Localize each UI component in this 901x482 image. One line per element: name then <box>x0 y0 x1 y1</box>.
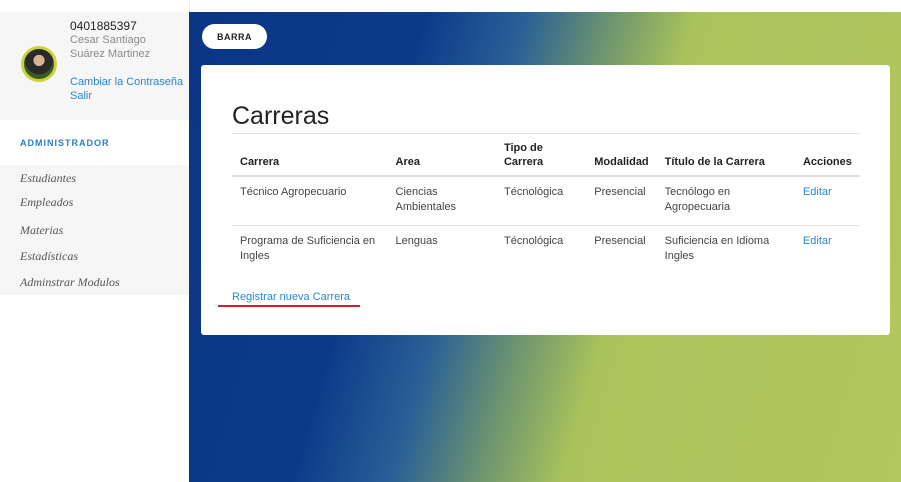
column-header-titulo: Título de la Carrera <box>656 141 795 177</box>
cell-modalidad: Presencial <box>586 176 657 226</box>
sidebar-menu: Estudiantes Empleados Materias Estadísti… <box>0 165 189 295</box>
column-header-carrera: Carrera <box>232 141 388 177</box>
change-password-link[interactable]: Cambiar la Contraseña <box>70 76 183 88</box>
cell-titulo: Tecnólogo en Agropecuaria <box>656 176 795 226</box>
column-header-acciones: Acciones <box>794 141 860 177</box>
careers-table: Carrera Area Tipo de Carrera Modalidad T… <box>232 141 860 274</box>
column-header-tipo: Tipo de Carrera <box>495 141 587 177</box>
cell-titulo: Suficiencia en Idioma Ingles <box>664 234 770 262</box>
table-row: Técnico Agropecuario Ciencias Ambientale… <box>232 176 860 226</box>
page-title: Carreras <box>232 102 330 130</box>
avatar <box>21 46 57 82</box>
cell-tipo: Técnológica <box>503 234 564 247</box>
user-id: 0401885397 <box>70 19 137 33</box>
table-header-row: Carrera Area Tipo de Carrera Modalidad T… <box>232 141 860 177</box>
user-name: Cesar Santiago Suárez Martinez <box>70 34 151 60</box>
edit-link[interactable]: Editar <box>803 235 832 247</box>
cell-area: Lenguas <box>395 234 438 247</box>
column-header-modalidad: Modalidad <box>586 141 657 177</box>
table-row: Programa de Suficiencia en Ingles Lengua… <box>232 225 860 274</box>
annotation-underline <box>218 305 360 307</box>
cell-acciones: Editar <box>795 225 860 274</box>
title-divider <box>232 133 860 134</box>
cell-area: Ciencias Ambientales <box>387 176 496 226</box>
edit-link[interactable]: Editar <box>803 186 832 198</box>
cell-carrera: Programa de Suficiencia en Ingles <box>240 234 376 262</box>
sidebar: 0401885397 Cesar Santiago Suárez Martine… <box>0 0 190 482</box>
sidebar-item-empleados[interactable]: Empleados <box>20 195 73 210</box>
cell-acciones: Editar <box>794 176 860 226</box>
sidebar-item-administrar-modulos[interactable]: Adminstrar Modulos <box>20 275 120 290</box>
sidebar-item-estudiantes[interactable]: Estudiantes <box>20 171 76 186</box>
sidebar-item-materias[interactable]: Materias <box>20 223 63 238</box>
cell-modalidad: Presencial <box>594 234 646 247</box>
logout-link[interactable]: Salir <box>70 90 92 102</box>
content-card: Carreras Carrera Area Tipo de Carrera Mo… <box>201 65 890 335</box>
column-header-area: Area <box>387 141 496 177</box>
role-title: ADMINISTRADOR <box>20 138 110 148</box>
register-career-link[interactable]: Registrar nueva Carrera <box>232 291 350 303</box>
barra-button[interactable]: BARRA <box>202 24 267 49</box>
cell-tipo: Técnológica <box>495 176 587 226</box>
sidebar-item-estadisticas[interactable]: Estadísticas <box>20 249 78 264</box>
cell-carrera: Técnico Agropecuario <box>232 176 388 226</box>
